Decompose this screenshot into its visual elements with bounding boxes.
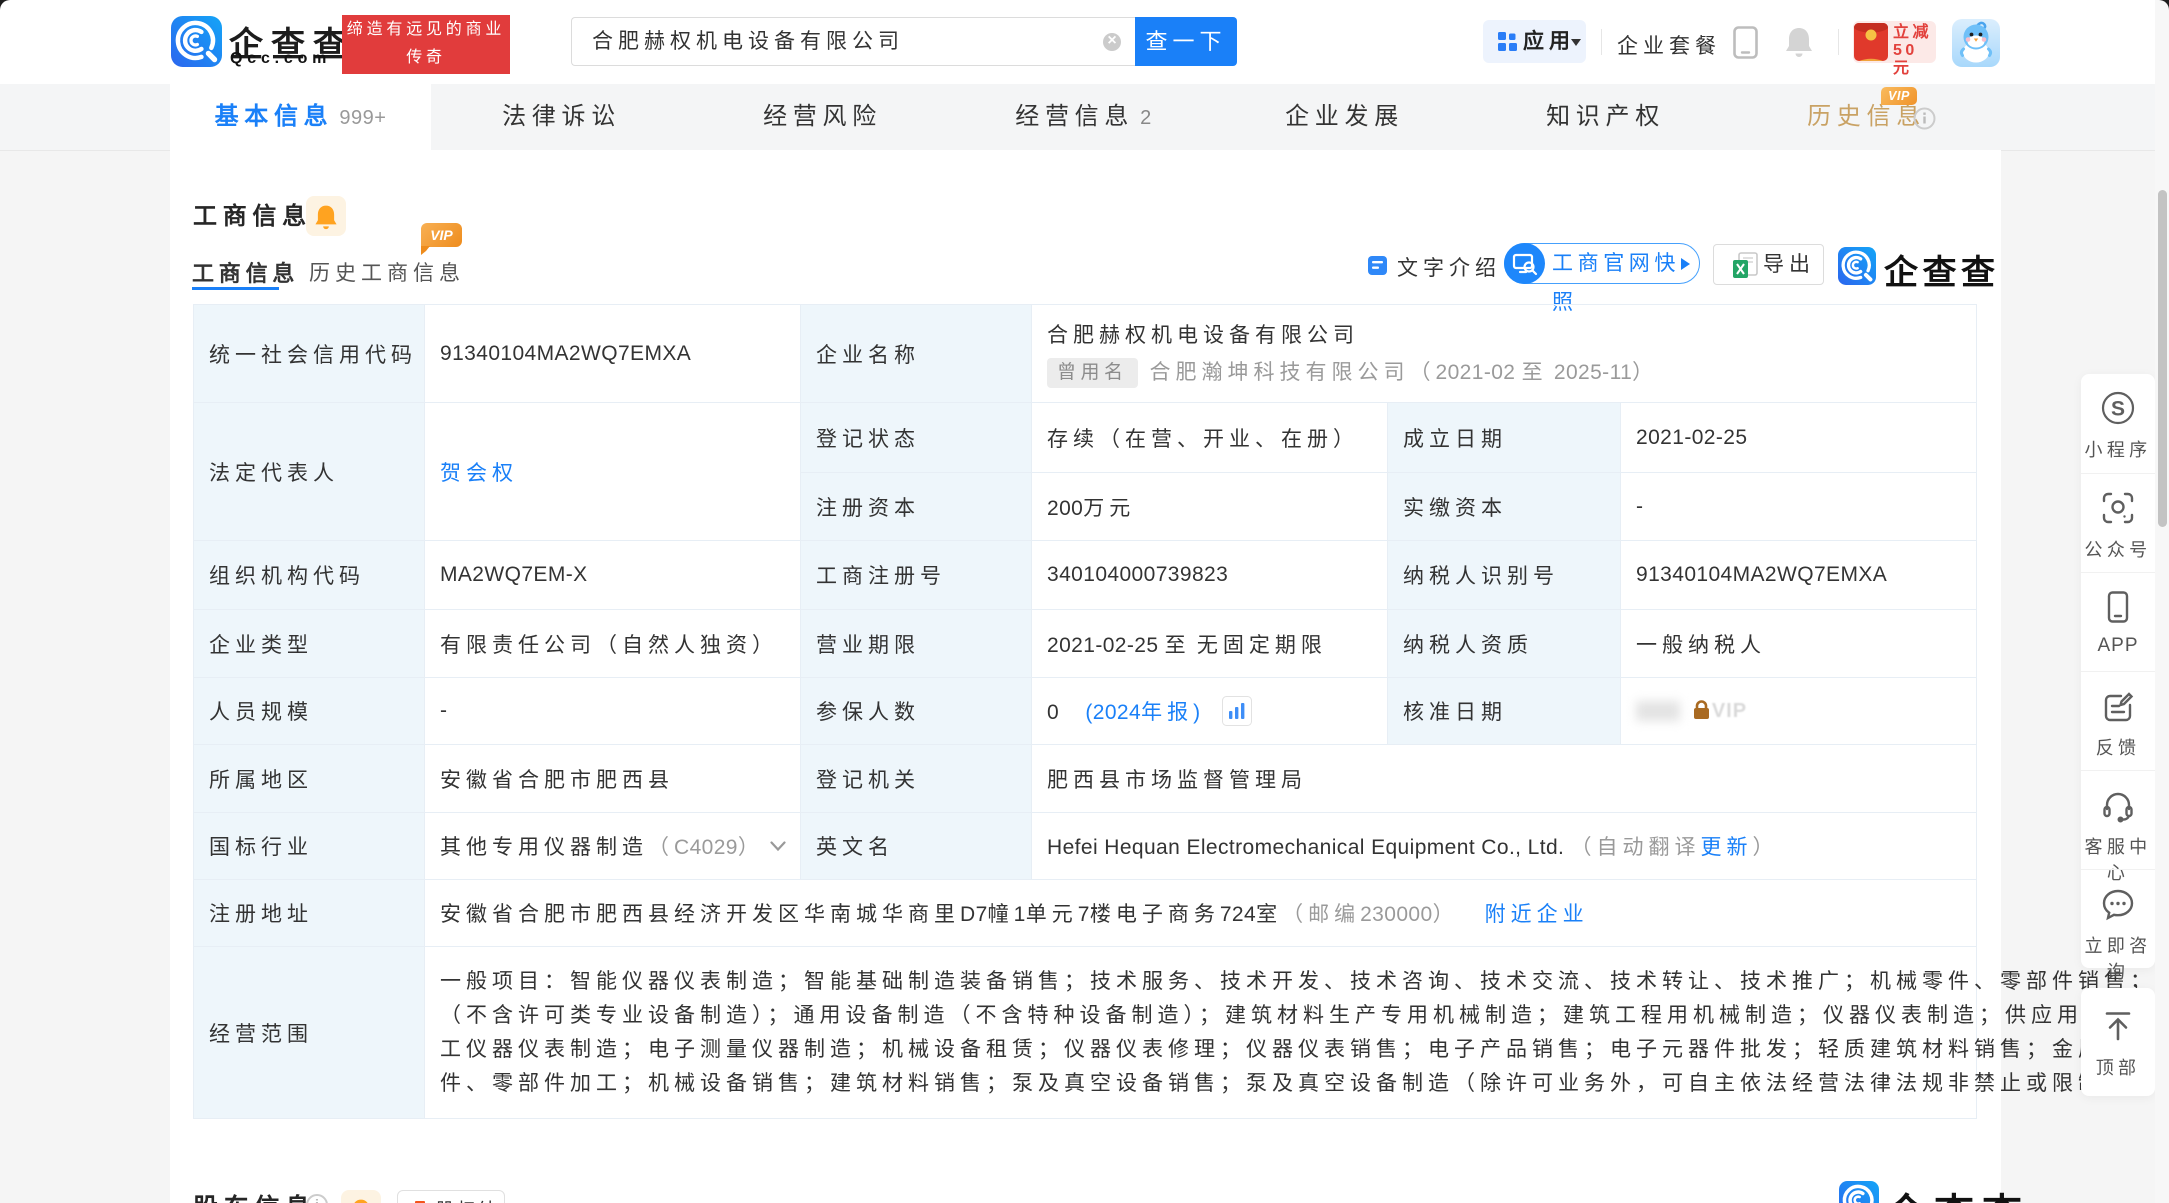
svg-text:S: S xyxy=(2111,398,2125,421)
